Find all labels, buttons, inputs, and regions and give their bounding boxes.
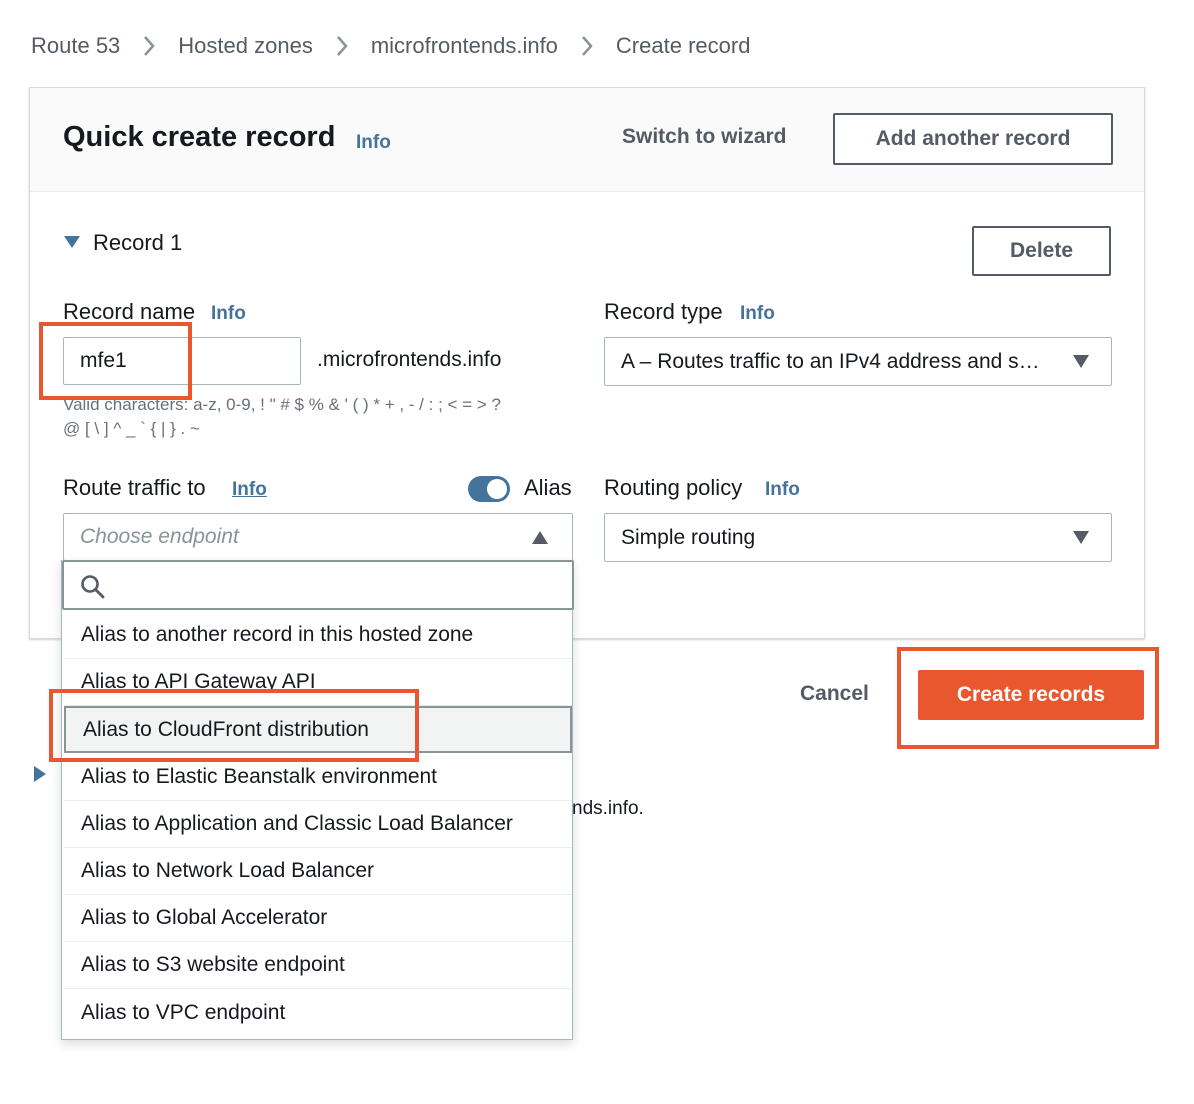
caret-down-icon [1073,355,1089,368]
record-section-label[interactable]: Record 1 [93,230,182,256]
breadcrumb-zone[interactable]: microfrontends.info [371,33,558,59]
routing-policy-select[interactable]: Simple routing [604,513,1112,562]
record-type-label: Record type [604,299,723,324]
switch-to-wizard-button[interactable]: Switch to wizard [622,125,787,149]
quick-create-panel: Quick create record Info Switch to wizar… [29,87,1145,639]
chevron-right-icon [558,30,616,62]
breadcrumb-current: Create record [615,33,751,58]
domain-suffix: .microfrontends.info [317,348,502,371]
breadcrumb: Route 53 Hosted zones microfrontends.inf… [31,30,750,62]
chevron-right-icon [313,30,371,62]
page-title: Quick create record [63,121,336,153]
dropdown-option[interactable]: Alias to Application and Classic Load Ba… [64,801,572,848]
record-type-value: A – Routes traffic to an IPv4 address an… [621,349,1040,373]
endpoint-dropdown: Alias to another record in this hosted z… [61,560,574,1040]
dropdown-option[interactable]: Alias to another record in this hosted z… [64,612,572,659]
dropdown-search-input[interactable] [62,560,574,610]
add-another-record-button[interactable]: Add another record [833,113,1113,165]
valid-characters-hint-2: @ [ \ ] ^ _ ` { | } . ~ [63,419,200,438]
dropdown-option[interactable]: Alias to Global Accelerator [64,895,572,942]
routing-policy-label: Routing policy [604,475,743,500]
caret-right-icon[interactable] [34,766,46,782]
title-info-link[interactable]: Info [356,132,391,154]
caret-up-icon [532,531,548,544]
record-name-info-link[interactable]: Info [211,303,246,325]
partial-text: nds.info. [572,798,644,819]
caret-down-icon [1073,531,1089,544]
dropdown-option[interactable]: Alias to S3 website endpoint [64,942,572,989]
record-type-info-link[interactable]: Info [740,303,775,325]
chevron-right-icon [120,30,178,62]
breadcrumb-hosted-zones[interactable]: Hosted zones [178,33,313,59]
create-records-callout [897,647,1159,749]
record-name-callout [39,322,192,400]
alias-toggle[interactable] [468,476,510,502]
search-icon [81,575,105,599]
dropdown-option[interactable]: Alias to Network Load Balancer [64,848,572,895]
cancel-button[interactable]: Cancel [800,682,869,706]
delete-button[interactable]: Delete [972,226,1111,276]
breadcrumb-route53[interactable]: Route 53 [31,33,120,59]
cloudfront-option-callout [49,689,419,762]
toggle-knob [487,479,507,499]
endpoint-select[interactable]: Choose endpoint [63,513,573,561]
routing-policy-info-link[interactable]: Info [765,479,800,501]
alias-label: Alias [524,475,572,500]
dropdown-option[interactable]: Alias to VPC endpoint [64,989,572,1036]
record-type-select[interactable]: A – Routes traffic to an IPv4 address an… [604,337,1112,386]
caret-down-icon[interactable] [64,236,80,248]
route-traffic-label: Route traffic to [63,475,206,500]
route-traffic-info-link[interactable]: Info [232,479,267,501]
